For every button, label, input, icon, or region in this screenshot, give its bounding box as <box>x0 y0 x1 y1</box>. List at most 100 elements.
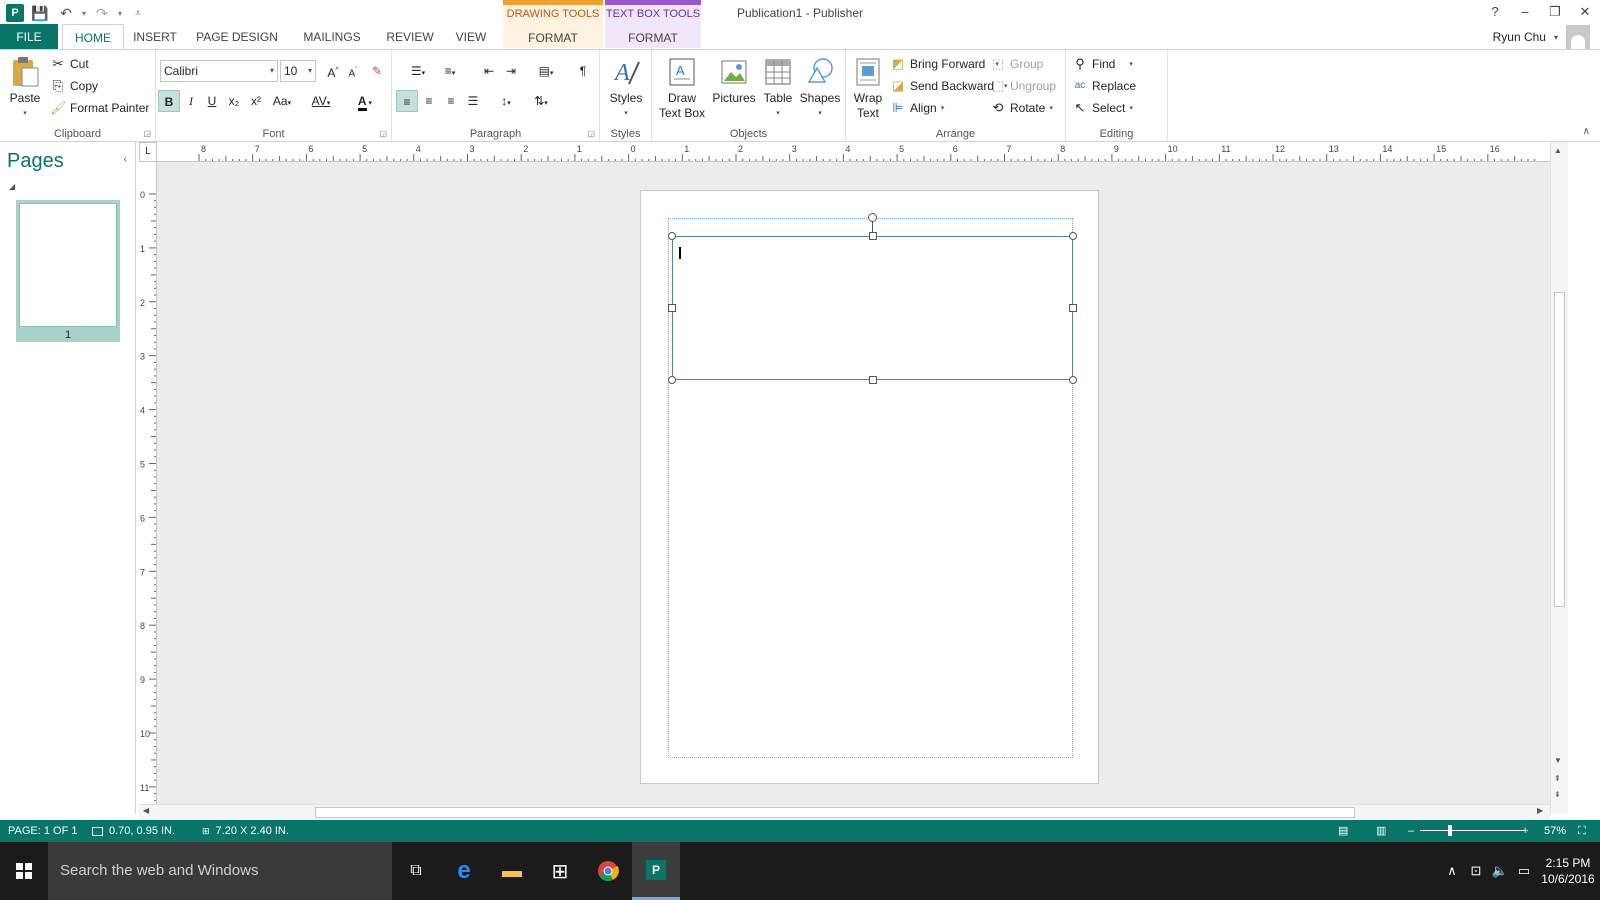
start-button[interactable] <box>0 842 48 900</box>
resize-handle-left[interactable] <box>668 304 676 312</box>
task-view-icon[interactable]: ⧉ <box>392 842 440 900</box>
edge-icon[interactable]: e <box>440 842 488 900</box>
minimize-button[interactable]: – <box>1510 0 1540 24</box>
decrease-indent-button[interactable]: ⇤ <box>478 60 500 82</box>
page-thumbnail[interactable]: 1 <box>16 200 120 342</box>
styles-button[interactable]: A Styles ▾ <box>604 56 648 121</box>
publication-page[interactable] <box>640 190 1099 784</box>
subscript-button[interactable]: x₂ <box>223 90 245 112</box>
replace-button[interactable]: ac Replace <box>1072 76 1136 96</box>
bring-forward-button[interactable]: ◩ Bring Forward ▾ <box>890 54 999 74</box>
zoom-slider-thumb[interactable] <box>1448 825 1453 836</box>
save-icon[interactable]: 💾 <box>30 5 50 22</box>
paste-button[interactable]: Paste ▾ <box>6 56 44 121</box>
tab-review[interactable]: REVIEW <box>380 24 440 50</box>
taskbar-clock[interactable]: 2:15 PM 10/6/2016 <box>1536 855 1600 887</box>
action-center-icon[interactable]: ▭ <box>1512 863 1536 879</box>
ruler-tab-selector[interactable]: L <box>139 142 157 162</box>
shrink-font-button[interactable]: Aˇ <box>342 60 364 82</box>
vertical-scroll-thumb[interactable] <box>1554 292 1565 607</box>
scroll-down-icon[interactable]: ▼ <box>1554 756 1562 765</box>
resize-handle-bottom-right[interactable] <box>1069 376 1077 384</box>
fit-page-button[interactable]: ⛶ <box>1578 820 1586 842</box>
pictures-button[interactable]: Pictures <box>710 56 758 106</box>
text-box[interactable] <box>672 236 1073 380</box>
account-dropdown-icon[interactable]: ▾ <box>1554 33 1558 42</box>
change-case-button[interactable]: Aa▾ <box>268 90 296 112</box>
restore-button[interactable]: ❐ <box>1540 0 1570 24</box>
bullets-button[interactable]: ☰▾ <box>404 60 432 82</box>
justify-button[interactable]: ☰ <box>462 90 484 112</box>
font-color-button[interactable]: A ▾ <box>350 90 380 112</box>
user-name[interactable]: Ryun Chu <box>1493 30 1546 44</box>
help-button[interactable]: ? <box>1480 0 1510 24</box>
taskbar-search[interactable]: Search the web and Windows <box>48 842 392 900</box>
file-explorer-icon[interactable]: ▬ <box>488 842 536 900</box>
show-hidden-icons-icon[interactable]: ∧ <box>1440 863 1464 879</box>
publication-workspace[interactable] <box>157 162 1550 804</box>
redo-icon[interactable]: ↷ <box>92 5 112 22</box>
line-spacing-button[interactable]: ↕▾ <box>492 90 520 112</box>
find-button[interactable]: ⚲ Find ▾ <box>1072 54 1133 74</box>
align-button[interactable]: ⊫ Align ▾ <box>890 98 944 118</box>
collapse-ribbon-icon[interactable]: ∧ <box>1583 126 1590 137</box>
rotation-handle[interactable] <box>868 213 877 222</box>
customize-qat-icon[interactable]: ⩡ <box>128 8 148 19</box>
italic-button[interactable]: I <box>180 90 202 112</box>
increase-indent-button[interactable]: ⇥ <box>500 60 522 82</box>
tab-home[interactable]: HOME <box>62 24 124 51</box>
resize-handle-top-left[interactable] <box>668 232 676 240</box>
account-area[interactable]: Ryun Chu ▾ <box>1493 24 1590 50</box>
numbering-button[interactable]: ≡▾ <box>436 60 464 82</box>
scroll-left-icon[interactable]: ◀ <box>143 806 149 815</box>
resize-handle-top[interactable] <box>869 232 877 240</box>
single-page-view-button[interactable]: ▤ <box>1338 820 1348 842</box>
clear-formatting-button[interactable]: ✎ <box>366 60 388 82</box>
columns-button[interactable]: ▤▾ <box>532 60 560 82</box>
character-spacing-button[interactable]: AV▾ <box>306 90 336 112</box>
expand-triangle-icon[interactable]: ◢ <box>9 182 15 191</box>
horizontal-scroll-thumb[interactable] <box>315 807 1355 818</box>
close-button[interactable]: ✕ <box>1570 0 1600 24</box>
undo-icon[interactable]: ↶ <box>56 5 76 22</box>
align-center-button[interactable]: ≡ <box>418 90 440 112</box>
redo-dropdown-icon[interactable]: ▾ <box>118 9 122 18</box>
zoom-level[interactable]: 57% <box>1544 820 1566 842</box>
align-left-button[interactable]: ≡ <box>396 90 418 112</box>
zoom-out-button[interactable]: – <box>1408 820 1414 842</box>
paragraph-launcher-icon[interactable]: ◲ <box>587 129 595 138</box>
tab-mailings[interactable]: MAILINGS <box>296 24 368 50</box>
publisher-taskbar-icon[interactable]: P <box>632 842 680 900</box>
network-icon[interactable]: ⊡ <box>1464 863 1488 879</box>
format-painter-button[interactable]: 🖌 Format Painter <box>50 98 149 118</box>
shapes-button[interactable]: Shapes ▾ <box>798 56 842 121</box>
previous-page-icon[interactable]: ⇞ <box>1554 774 1561 783</box>
rotate-button[interactable]: ⟲ Rotate ▾ <box>990 98 1053 118</box>
select-button[interactable]: ↖ Select ▾ <box>1072 98 1133 118</box>
draw-text-box-button[interactable]: A Draw Text Box <box>658 56 706 121</box>
two-page-view-button[interactable]: ▥ <box>1376 820 1386 842</box>
paragraph-spacing-button[interactable]: ⇅▾ <box>526 90 556 112</box>
font-size-select[interactable]: 10 ▾ <box>280 60 316 82</box>
tab-insert[interactable]: INSERT <box>130 24 180 50</box>
clipboard-launcher-icon[interactable]: ◲ <box>143 129 151 138</box>
vertical-ruler[interactable]: 0 1 2 3 4 5 6 7 8 9 10 11 <box>139 162 157 804</box>
align-right-button[interactable]: ≡ <box>440 90 462 112</box>
next-page-icon[interactable]: ⇟ <box>1554 790 1561 799</box>
volume-icon[interactable]: 🔈 <box>1488 863 1512 879</box>
collapse-pane-icon[interactable]: ‹ <box>124 154 127 165</box>
copy-button[interactable]: ⎘ Copy <box>50 76 98 96</box>
resize-handle-bottom-left[interactable] <box>668 376 676 384</box>
scroll-right-icon[interactable]: ▶ <box>1537 806 1543 815</box>
horizontal-scrollbar[interactable]: ◀ ▶ <box>139 804 1550 820</box>
scroll-up-icon[interactable]: ▲ <box>1554 146 1562 155</box>
resize-handle-top-right[interactable] <box>1069 232 1077 240</box>
bold-button[interactable]: B <box>158 90 180 112</box>
zoom-in-button[interactable]: + <box>1522 820 1528 842</box>
page-indicator[interactable]: PAGE: 1 OF 1 <box>8 820 78 842</box>
cut-button[interactable]: ✂ Cut <box>50 54 89 74</box>
show-formatting-button[interactable]: ¶ <box>572 60 594 82</box>
ungroup-button[interactable]: ⬚ Ungroup <box>990 76 1056 96</box>
tab-page-design[interactable]: PAGE DESIGN <box>192 24 282 50</box>
publisher-app-icon[interactable]: P <box>6 4 24 22</box>
